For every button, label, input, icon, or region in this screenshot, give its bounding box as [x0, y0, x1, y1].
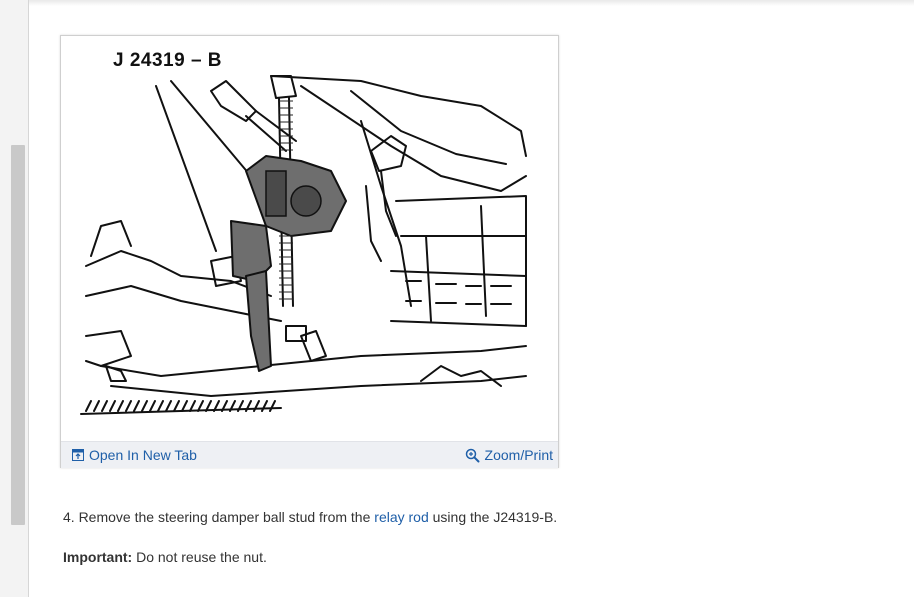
scrollbar-thumb[interactable] — [11, 145, 25, 525]
open-new-tab-label: Open In New Tab — [89, 447, 197, 463]
important-note: Important: Do not reuse the nut. — [63, 548, 883, 566]
important-text: Do not reuse the nut. — [132, 549, 267, 565]
line-drawing — [80, 75, 527, 415]
important-label: Important: — [63, 549, 133, 565]
procedure-content: 4. Remove the steering damper ball stud … — [63, 508, 883, 566]
relay-rod-link[interactable]: relay rod — [374, 509, 428, 525]
open-new-tab-link[interactable]: Open In New Tab — [72, 447, 197, 463]
left-gutter — [0, 0, 29, 597]
top-strip — [29, 0, 914, 6]
zoom-print-link[interactable]: Zoom/Print — [465, 447, 553, 463]
figure-toolbar: Open In New Tab Zoom/Print — [61, 441, 558, 468]
zoom-print-label: Zoom/Print — [484, 447, 553, 463]
open-new-tab-icon — [72, 449, 84, 461]
figure-card: J 24319 – B Open In New Tab Zoom/Print — [60, 35, 559, 468]
magnifier-plus-icon — [465, 448, 480, 462]
step-text-suffix: using the J24319-B. — [428, 509, 558, 525]
step-4-text: 4. Remove the steering damper ball stud … — [63, 508, 883, 526]
step-text-prefix: 4. Remove the steering damper ball stud … — [63, 509, 375, 525]
tool-callout-label: J 24319 – B — [113, 50, 223, 71]
tool-illustration: J 24319 – B — [61, 36, 558, 441]
